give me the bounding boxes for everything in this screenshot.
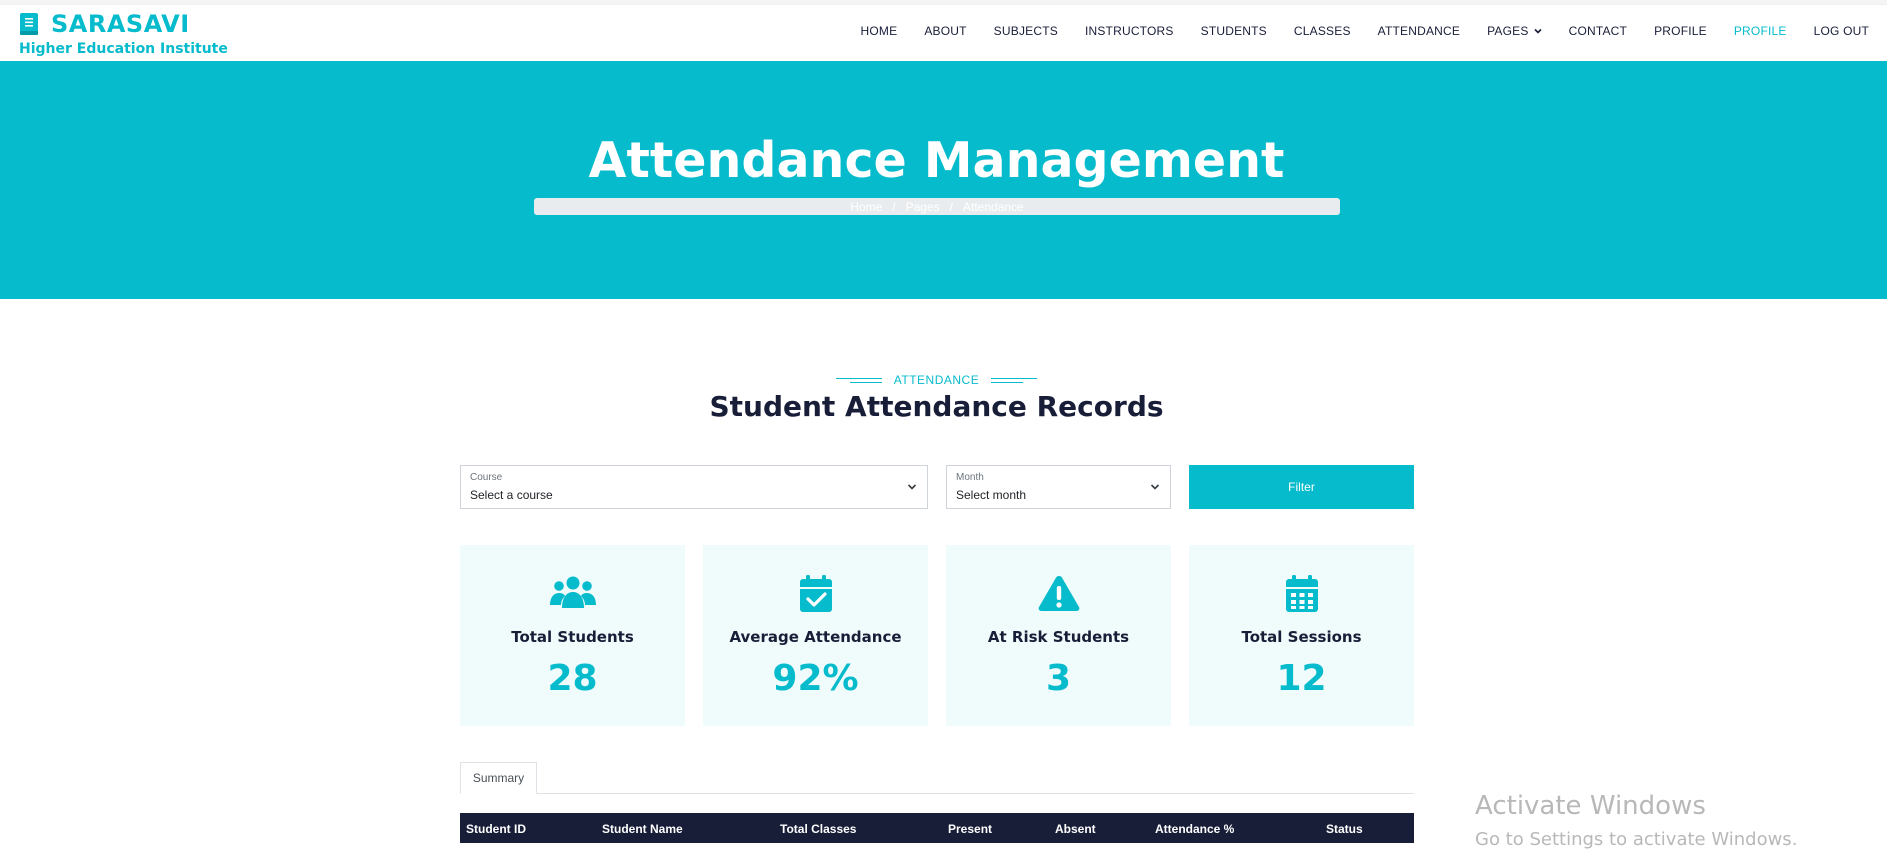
column-header[interactable]: Absent <box>1055 822 1096 836</box>
stat-value: 92% <box>772 658 859 699</box>
nav-classes[interactable]: CLASSES <box>1294 24 1351 38</box>
course-select-value: Select a course <box>470 488 553 502</box>
stat-value: 12 <box>1276 658 1327 699</box>
brand[interactable]: SARASAVI Higher Education Institute <box>19 10 228 57</box>
column-header[interactable]: Present <box>948 822 992 836</box>
stat-title: At Risk Students <box>987 628 1130 646</box>
section-tag-label: ATTENDANCE <box>893 373 980 387</box>
month-select-label: Month <box>956 472 984 483</box>
navbar: SARASAVI Higher Education Institute HOME… <box>0 5 1887 61</box>
decorative-lines <box>835 377 882 383</box>
course-select-label: Course <box>470 472 503 483</box>
main-nav: HOME ABOUT SUBJECTS INSTRUCTORS STUDENTS… <box>834 24 1869 38</box>
nav-profile[interactable]: PROFILE <box>1654 24 1707 38</box>
month-select[interactable]: Month Select month <box>946 465 1171 509</box>
breadcrumb-pages[interactable]: Pages <box>906 200 940 214</box>
column-header[interactable]: Student ID <box>466 822 526 836</box>
column-header[interactable]: Total Classes <box>780 822 856 836</box>
hero-banner: Attendance Management Home / Pages / Att… <box>0 61 1887 299</box>
warning-icon <box>946 575 1171 613</box>
stat-title: Total Students <box>511 628 634 646</box>
decorative-lines <box>991 377 1038 383</box>
nav-instructors[interactable]: INSTRUCTORS <box>1085 24 1174 38</box>
tab-summary[interactable]: Summary <box>460 762 537 794</box>
attendance-table-header: Student ID Student Name Total Classes Pr… <box>460 813 1414 843</box>
nav-profile-active[interactable]: PROFILE <box>1734 24 1787 38</box>
nav-students[interactable]: STUDENTS <box>1201 24 1267 38</box>
page-title: Attendance Management <box>588 132 1285 189</box>
nav-subjects[interactable]: SUBJECTS <box>994 24 1058 38</box>
calendar-icon <box>1189 575 1414 613</box>
breadcrumb-separator: / <box>892 199 896 214</box>
book-icon <box>19 12 39 36</box>
breadcrumb-separator: / <box>949 199 953 214</box>
tab-divider <box>460 793 1414 794</box>
stat-card-average-attendance: Average Attendance 92% <box>703 545 928 726</box>
stat-title: Total Sessions <box>1241 628 1362 646</box>
stat-title: Average Attendance <box>729 628 902 646</box>
column-header[interactable]: Status <box>1326 822 1363 836</box>
section-title: Student Attendance Records <box>709 390 1164 423</box>
month-select-value: Select month <box>956 488 1027 502</box>
breadcrumb: Home / Pages / Attendance <box>534 198 1340 215</box>
chevron-down-icon <box>1534 28 1542 34</box>
stat-value: 28 <box>547 658 598 699</box>
nav-logout[interactable]: LOG OUT <box>1814 24 1869 38</box>
filter-button[interactable]: Filter <box>1189 465 1414 509</box>
users-icon <box>460 575 685 613</box>
stat-card-total-students: Total Students 28 <box>460 545 685 726</box>
stat-card-at-risk-students: At Risk Students 3 <box>946 545 1171 726</box>
nav-contact[interactable]: CONTACT <box>1569 24 1628 38</box>
nav-attendance[interactable]: ATTENDANCE <box>1378 24 1460 38</box>
chevron-down-icon <box>907 484 917 490</box>
section-tag: ATTENDANCE <box>0 372 1873 387</box>
brand-subtitle: Higher Education Institute <box>19 41 228 57</box>
breadcrumb-current: Attendance <box>963 199 1024 214</box>
stat-value: 3 <box>1045 658 1072 699</box>
calendar-check-icon <box>703 575 928 613</box>
column-header[interactable]: Attendance % <box>1155 822 1234 836</box>
course-select[interactable]: Course Select a course <box>460 465 928 509</box>
activation-watermark-text: Go to Settings to activate Windows. <box>1475 829 1798 849</box>
nav-home[interactable]: HOME <box>861 24 898 38</box>
chevron-down-icon <box>1150 484 1160 490</box>
activation-watermark-title: Activate Windows <box>1475 791 1706 821</box>
column-header[interactable]: Student Name <box>602 822 683 836</box>
nav-pages-dropdown[interactable]: PAGES <box>1487 24 1542 38</box>
brand-title: SARASAVI <box>51 10 190 38</box>
nav-about[interactable]: ABOUT <box>924 24 966 38</box>
breadcrumb-home[interactable]: Home <box>850 200 882 214</box>
stat-card-total-sessions: Total Sessions 12 <box>1189 545 1414 726</box>
nav-pages-label: PAGES <box>1487 24 1529 38</box>
